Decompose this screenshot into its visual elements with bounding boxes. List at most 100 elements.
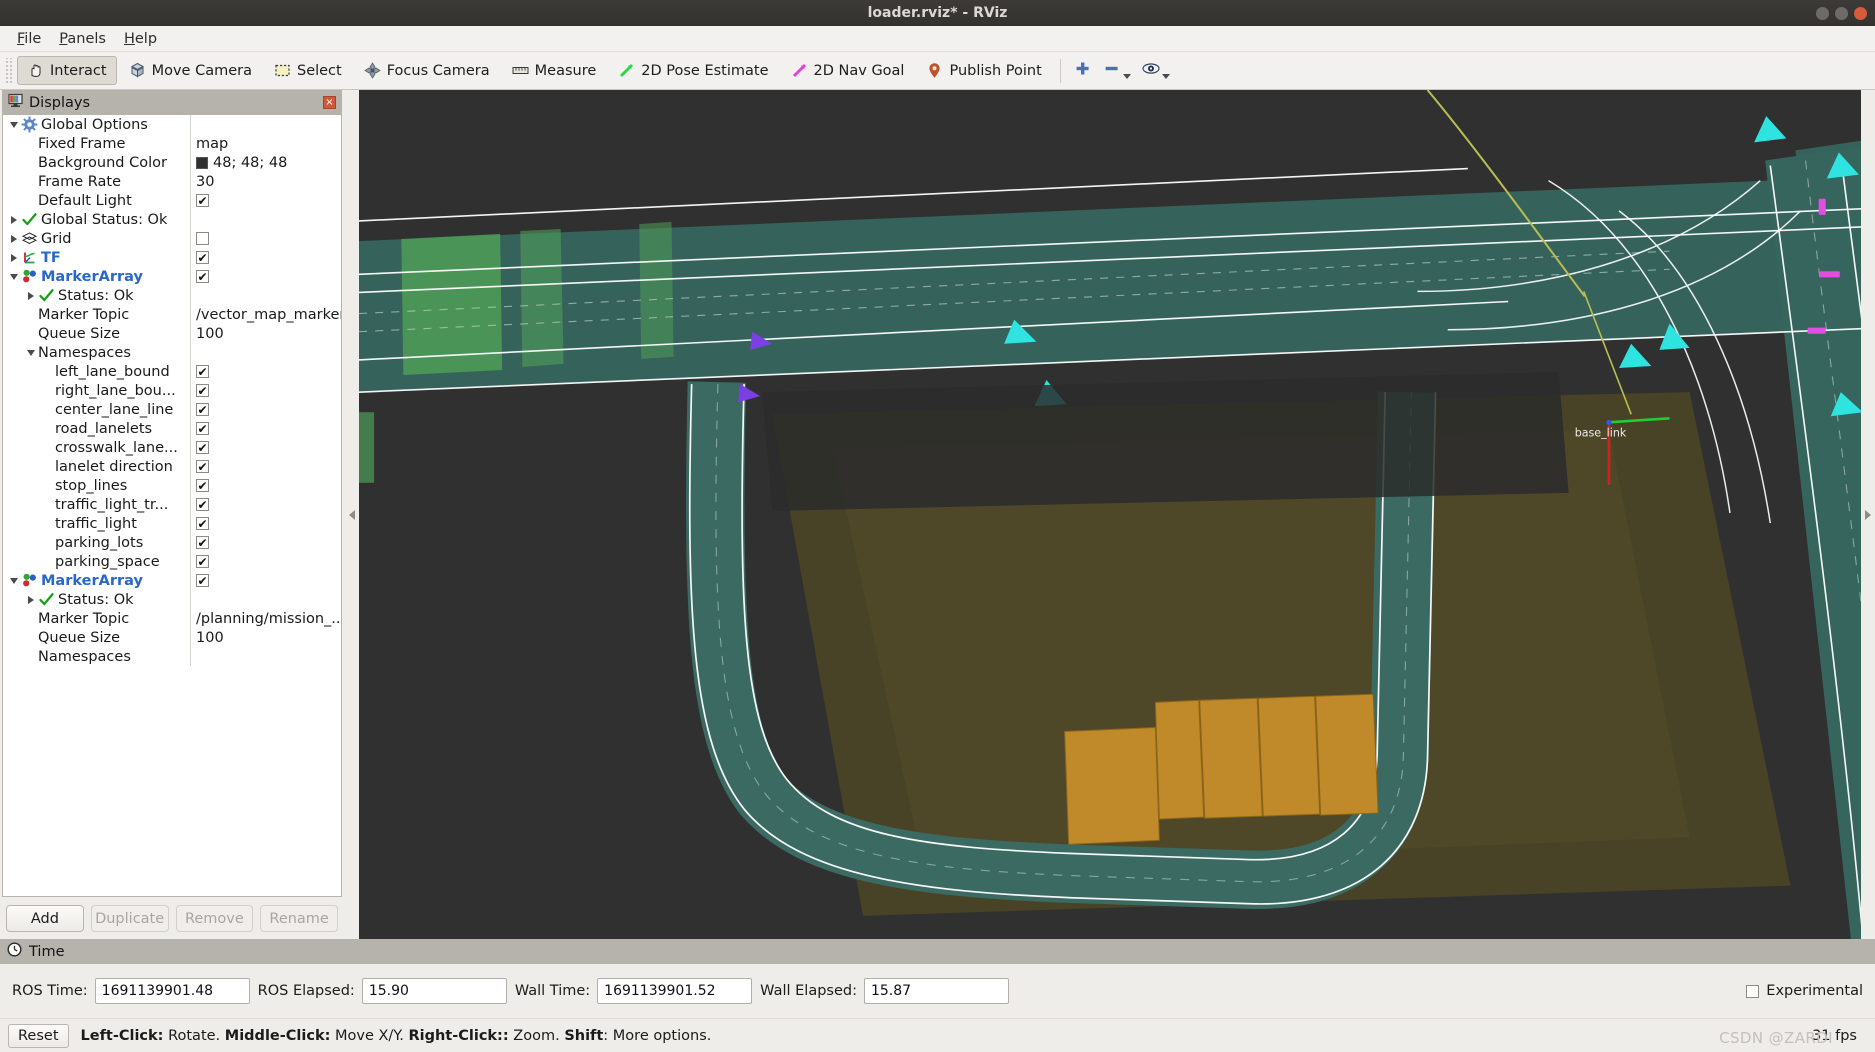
expander-collapse-icon[interactable] xyxy=(7,122,21,128)
tool-2d-pose-estimate[interactable]: 2D Pose Estimate xyxy=(608,56,778,85)
tree-row-right: ✔ xyxy=(190,571,341,590)
tree-row[interactable]: MarkerArray✔ xyxy=(3,571,341,590)
tree-row[interactable]: lanelet direction✔ xyxy=(3,457,341,476)
tree-row-checkbox[interactable]: ✔ xyxy=(196,270,209,283)
menu-item-file[interactable]: File xyxy=(8,28,50,50)
tree-row[interactable]: Default Light ✔ xyxy=(3,191,341,210)
tree-row-checkbox[interactable]: ✔ xyxy=(196,194,209,207)
tree-row[interactable]: Queue Size100 xyxy=(3,324,341,343)
tree-row-checkbox[interactable]: ✔ xyxy=(196,422,209,435)
tree-row[interactable]: parking_lots✔ xyxy=(3,533,341,552)
tree-row[interactable]: Frame Rate30 xyxy=(3,172,341,191)
tree-row[interactable]: Status: Ok xyxy=(3,286,341,305)
render-viewport[interactable]: base_link xyxy=(359,90,1861,939)
tree-row[interactable]: stop_lines✔ xyxy=(3,476,341,495)
right-splitter-handle[interactable] xyxy=(1861,90,1875,939)
color-swatch[interactable] xyxy=(196,157,208,169)
tool-publish-point[interactable]: Publish Point xyxy=(916,56,1051,85)
time-field-input[interactable]: 1691139901.48 xyxy=(95,978,250,1004)
expander-expand-icon[interactable] xyxy=(7,216,21,224)
tree-row[interactable]: Queue Size100 xyxy=(3,628,341,647)
tree-row[interactable]: MarkerArray✔ xyxy=(3,267,341,286)
tool-move-camera[interactable]: Move Camera xyxy=(119,56,262,85)
tree-row[interactable]: Global Status: Ok xyxy=(3,210,341,229)
tool-select[interactable]: Select xyxy=(264,56,352,85)
tree-row-checkbox[interactable]: ✔ xyxy=(196,536,209,549)
tree-row-checkbox[interactable]: ✔ xyxy=(196,403,209,416)
tool-interact[interactable]: Interact xyxy=(17,56,117,85)
expander-collapse-icon[interactable] xyxy=(7,578,21,584)
tree-row-label: Default Light xyxy=(38,193,132,209)
hint-part: Rotate. xyxy=(163,1028,224,1044)
tree-row[interactable]: Marker Topic/vector_map_marker xyxy=(3,305,341,324)
tree-row[interactable]: traffic_light ✔ xyxy=(3,514,341,533)
menu-item-panels[interactable]: Panels xyxy=(50,28,115,50)
toolbar-grip[interactable] xyxy=(4,58,13,84)
chevron-down-icon[interactable] xyxy=(1123,74,1131,79)
toolbar-eye-button[interactable] xyxy=(1137,57,1174,84)
tree-row-left: traffic_light xyxy=(3,514,190,533)
expander-expand-icon[interactable] xyxy=(24,292,38,300)
tree-row[interactable]: crosswalk_lane...✔ xyxy=(3,438,341,457)
tree-row-checkbox[interactable]: ✔ xyxy=(196,498,209,511)
time-field-input[interactable]: 1691139901.52 xyxy=(597,978,752,1004)
time-field-label: Wall Elapsed: xyxy=(760,983,857,999)
tool-focus-camera[interactable]: Focus Camera xyxy=(354,56,500,85)
chevron-down-icon[interactable] xyxy=(1162,74,1170,79)
left-splitter-handle[interactable] xyxy=(344,90,359,939)
tool-2d-nav-goal[interactable]: 2D Nav Goal xyxy=(781,56,915,85)
tree-row[interactable]: left_lane_bound✔ xyxy=(3,362,341,381)
expander-expand-icon[interactable] xyxy=(24,596,38,604)
tree-row-left: TF xyxy=(3,248,190,267)
tree-row[interactable]: right_lane_bou...✔ xyxy=(3,381,341,400)
tree-row-checkbox[interactable]: ✔ xyxy=(196,574,209,587)
tree-row[interactable]: Grid xyxy=(3,229,341,248)
tree-row[interactable]: Background Color48; 48; 48 xyxy=(3,153,341,172)
tree-row-checkbox[interactable]: ✔ xyxy=(196,555,209,568)
tree-row-checkbox[interactable]: ✔ xyxy=(196,517,209,530)
expander-collapse-icon[interactable] xyxy=(24,350,38,356)
hint-part: Shift xyxy=(564,1028,603,1044)
tree-row[interactable]: center_lane_line✔ xyxy=(3,400,341,419)
select-rect-icon xyxy=(274,62,291,79)
minimize-icon[interactable] xyxy=(1816,7,1829,20)
toolbar-plus-button[interactable] xyxy=(1069,57,1096,84)
reset-button[interactable]: Reset xyxy=(8,1024,69,1048)
tree-row-checkbox[interactable]: ✔ xyxy=(196,365,209,378)
tool-measure[interactable]: Measure xyxy=(502,56,607,85)
close-icon[interactable] xyxy=(1854,7,1867,20)
tree-row-checkbox[interactable]: ✔ xyxy=(196,479,209,492)
experimental-toggle[interactable]: Experimental xyxy=(1746,983,1863,999)
tree-row-checkbox[interactable] xyxy=(196,232,209,245)
time-field-input[interactable]: 15.90 xyxy=(362,978,507,1004)
time-field-input[interactable]: 15.87 xyxy=(864,978,1009,1004)
panel-close-icon[interactable]: × xyxy=(323,96,336,109)
tree-row[interactable]: Marker Topic/planning/mission_... xyxy=(3,609,341,628)
experimental-checkbox[interactable] xyxy=(1746,985,1759,998)
tree-row[interactable]: Fixed Framemap xyxy=(3,134,341,153)
toolbar-minus-button[interactable] xyxy=(1098,57,1135,84)
tree-row[interactable]: Global Options xyxy=(3,115,341,134)
tree-row[interactable]: Namespaces xyxy=(3,647,341,666)
tree-row[interactable]: traffic_light_tr...✔ xyxy=(3,495,341,514)
tree-row[interactable]: TF ✔ xyxy=(3,248,341,267)
ruler-icon xyxy=(512,62,529,79)
menu-item-help[interactable]: Help xyxy=(115,28,166,50)
add-button[interactable]: Add xyxy=(6,905,84,932)
tree-row-value: map xyxy=(196,136,228,152)
displays-tree[interactable]: Global OptionsFixed FramemapBackground C… xyxy=(2,115,342,897)
tree-row-checkbox[interactable]: ✔ xyxy=(196,384,209,397)
tree-row-checkbox[interactable]: ✔ xyxy=(196,460,209,473)
tree-row[interactable]: parking_space✔ xyxy=(3,552,341,571)
tree-row-checkbox[interactable]: ✔ xyxy=(196,441,209,454)
time-panel: ROS Time:1691139901.48ROS Elapsed:15.90W… xyxy=(0,964,1875,1018)
tree-row-checkbox[interactable]: ✔ xyxy=(196,251,209,264)
maximize-icon[interactable] xyxy=(1835,7,1848,20)
tree-row[interactable]: Namespaces xyxy=(3,343,341,362)
tree-row[interactable]: Status: Ok xyxy=(3,590,341,609)
tree-row[interactable]: road_lanelets✔ xyxy=(3,419,341,438)
expander-collapse-icon[interactable] xyxy=(7,274,21,280)
expander-expand-icon[interactable] xyxy=(7,235,21,243)
expander-expand-icon[interactable] xyxy=(7,254,21,262)
tree-row-right: /vector_map_marker xyxy=(190,305,341,324)
